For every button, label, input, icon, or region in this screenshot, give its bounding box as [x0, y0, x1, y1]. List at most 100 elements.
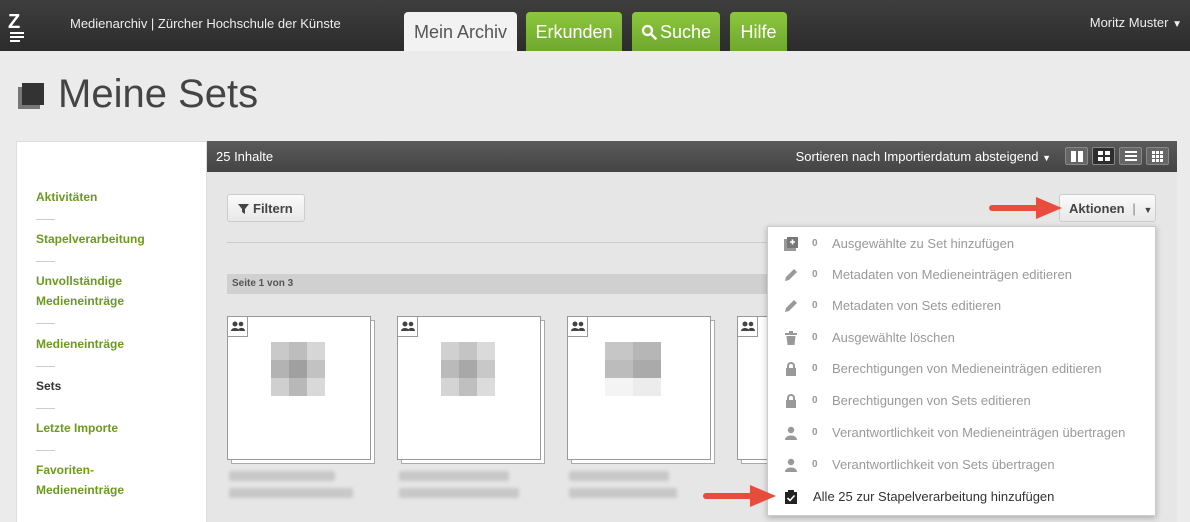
tab-label: Suche [659, 22, 712, 42]
set-card[interactable] [397, 316, 545, 464]
tab-hilfe[interactable]: Hilfe [730, 12, 787, 51]
sidebar-divider [36, 219, 55, 220]
menu-item-transfer-set-responsibility[interactable]: 0 Verantwortlichkeit von Sets übertragen [768, 449, 1156, 480]
item-count: 0 [812, 427, 818, 438]
trash-icon [785, 331, 797, 345]
item-count: 0 [812, 300, 818, 311]
columns-icon [1071, 151, 1083, 162]
item-count: 0 [812, 459, 818, 470]
annotation-arrow-icon [703, 485, 776, 507]
menu-item-media-permissions[interactable]: 0 Berechtigungen von Medieneinträgen edi… [768, 353, 1156, 384]
tiles-icon [1152, 151, 1163, 162]
item-label: Metadaten von Medieneinträgen editieren [832, 267, 1072, 282]
sidebar-divider [36, 408, 55, 409]
menu-item-edit-media-metadata[interactable]: 0 Metadaten von Medieneinträgen editiere… [768, 259, 1156, 290]
sidebar-item-unvollstaendige[interactable]: Unvollständige Medieneinträge [36, 271, 156, 311]
content-toolbar: 25 Inhalte Sortieren nach Importierdatum… [207, 141, 1177, 172]
item-label: Verantwortlichkeit von Sets übertragen [832, 457, 1055, 472]
item-label: Ausgewählte löschen [832, 330, 955, 345]
menu-item-add-to-set[interactable]: 0 Ausgewählte zu Set hinzufügen [768, 228, 1156, 259]
card-face [397, 316, 541, 460]
aktionen-label: Aktionen [1069, 201, 1125, 216]
user-name: Moritz Muster [1089, 15, 1169, 30]
group-icon [398, 317, 418, 337]
set-thumbnail [271, 342, 325, 396]
sort-dropdown[interactable]: Sortieren nach Importierdatum absteigend… [796, 149, 1051, 164]
item-count: 0 [812, 363, 818, 374]
menu-item-set-permissions[interactable]: 0 Berechtigungen von Sets editieren [768, 385, 1156, 416]
grid-view-button[interactable] [1092, 147, 1115, 165]
card-title-blurred [569, 471, 669, 481]
annotation-arrow-icon [989, 197, 1062, 219]
caret-down-icon: ▼ [1172, 19, 1182, 30]
grid-icon [1098, 151, 1110, 161]
sidebar-item-letzte-importe[interactable]: Letzte Importe [36, 418, 196, 438]
tab-label: Mein Archiv [413, 22, 508, 42]
tab-suche[interactable]: Suche [632, 12, 720, 51]
filter-button[interactable]: Filtern [227, 194, 305, 222]
add-to-set-icon [784, 237, 798, 251]
menu-item-transfer-media-responsibility[interactable]: 0 Verantwortlichkeit von Medieneinträgen… [768, 417, 1156, 448]
sidebar-item-medieneintraege[interactable]: Medieneinträge [36, 334, 196, 354]
user-icon [785, 458, 797, 472]
group-icon [568, 317, 588, 337]
sidebar-item-sets[interactable]: Sets [36, 376, 196, 396]
set-card[interactable] [227, 316, 375, 464]
group-icon [738, 317, 758, 337]
card-face [567, 316, 711, 460]
group-icon [228, 317, 248, 337]
set-thumbnail [441, 342, 495, 396]
aktionen-button[interactable]: Aktionen | ▼ [1059, 194, 1156, 222]
menu-item-delete-selected[interactable]: 0 Ausgewählte löschen [768, 322, 1156, 353]
pencil-icon [785, 269, 797, 281]
item-count: 0 [812, 238, 818, 249]
item-label: Verantwortlichkeit von Medieneinträgen ü… [832, 425, 1126, 440]
button-separator: | [1132, 201, 1136, 216]
card-face [227, 316, 371, 460]
sets-icon [18, 82, 46, 115]
lock-icon [786, 362, 796, 376]
page-indicator: Seite 1 von 3 [227, 274, 772, 294]
clipboard-check-icon [785, 490, 797, 504]
sidebar-item-favoriten[interactable]: Favoriten-Medieneinträge [36, 460, 146, 500]
filter-label: Filtern [253, 201, 293, 216]
item-label: Metadaten von Sets editieren [832, 298, 1002, 313]
list-icon [1125, 151, 1137, 161]
tiles-view-button[interactable] [1146, 147, 1169, 165]
set-card[interactable] [567, 316, 715, 464]
card-subtitle-blurred [229, 488, 353, 498]
tab-label: Erkunden [535, 22, 613, 42]
card-title-blurred [229, 471, 335, 481]
pencil-icon [785, 300, 797, 312]
item-count: 0 [812, 332, 818, 343]
app-title[interactable]: Medienarchiv | Zürcher Hochschule der Kü… [70, 16, 341, 31]
top-navigation-bar: Z Medienarchiv | Zürcher Hochschule der … [0, 0, 1190, 51]
filter-icon [238, 204, 249, 214]
set-thumbnail [605, 342, 661, 396]
sidebar-item-stapelverarbeitung[interactable]: Stapelverarbeitung [36, 229, 196, 249]
menu-item-edit-set-metadata[interactable]: 0 Metadaten von Sets editieren [768, 290, 1156, 321]
search-icon [641, 14, 657, 54]
user-icon [785, 426, 797, 440]
page-title: Meine Sets [58, 72, 259, 116]
sidebar-divider [36, 450, 55, 451]
item-count: 0 [812, 395, 818, 406]
tab-mein-archiv[interactable]: Mein Archiv [404, 12, 517, 51]
card-subtitle-blurred [399, 488, 519, 498]
logo-letter: Z [8, 11, 20, 33]
zhdk-logo[interactable]: Z [6, 8, 28, 44]
item-count: 0 [812, 269, 818, 280]
caret-down-icon: ▼ [1143, 205, 1153, 215]
sidebar: Aktivitäten Stapelverarbeitung Unvollstä… [16, 141, 207, 522]
menu-item-add-all-to-batch[interactable]: Alle 25 zur Stapelverarbeitung hinzufüge… [768, 481, 1156, 512]
user-menu[interactable]: Moritz Muster ▼ [1090, 15, 1182, 30]
sidebar-item-aktivitaeten[interactable]: Aktivitäten [36, 187, 196, 207]
item-label: Berechtigungen von Sets editieren [832, 393, 1031, 408]
item-label: Ausgewählte zu Set hinzufügen [832, 236, 1015, 251]
tab-erkunden[interactable]: Erkunden [526, 12, 622, 51]
sort-label: Sortieren nach Importierdatum absteigend [795, 149, 1039, 164]
list-view-button[interactable] [1119, 147, 1142, 165]
aktionen-dropdown-menu: 0 Ausgewählte zu Set hinzufügen 0 Metada… [767, 226, 1156, 516]
sidebar-divider [36, 261, 55, 262]
columns-view-button[interactable] [1065, 147, 1088, 165]
